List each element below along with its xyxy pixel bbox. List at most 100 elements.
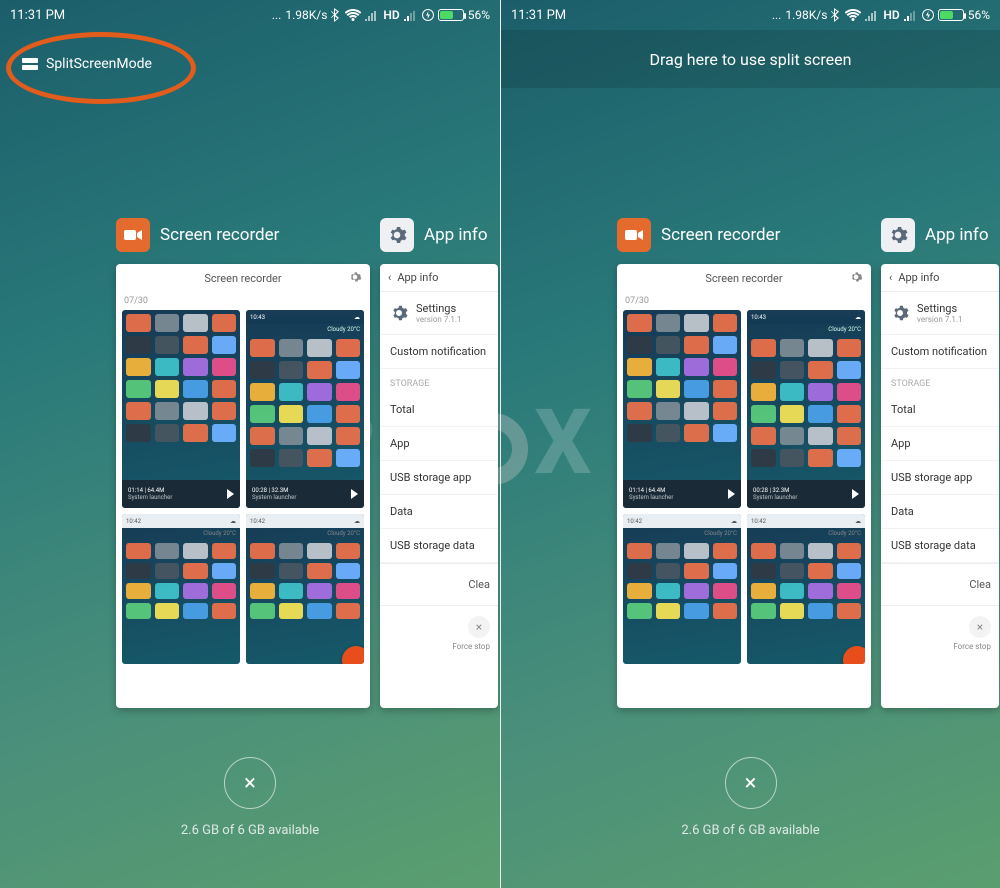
record-fab[interactable] <box>342 646 364 664</box>
status-right: ... 1.98K/s HD 56% <box>272 8 490 22</box>
play-icon[interactable] <box>351 489 358 499</box>
total-row[interactable]: Total <box>881 393 999 427</box>
play-icon[interactable] <box>227 489 234 499</box>
recording-thumb-3[interactable]: 10:42☁ Cloudy 20°C <box>623 514 741 664</box>
drag-split-banner[interactable]: Drag here to use split screen <box>501 30 1000 88</box>
recorder-title: Screen recorder <box>661 225 780 245</box>
recorder-date: 07/30 <box>116 292 370 310</box>
recorder-app-icon <box>617 218 651 252</box>
force-stop-x-icon[interactable]: × <box>468 616 490 638</box>
recording-thumb-4[interactable]: 10:42☁ Cloudy 20°C <box>246 514 364 664</box>
status-right: ... 1.98K/s HD 56% <box>772 8 990 22</box>
clear-button[interactable]: Clea <box>380 563 498 606</box>
appinfo-settings-row[interactable]: Settingsversion 7.1.1 <box>881 292 999 335</box>
recorder-card[interactable]: Screen recorder 07/30 01:14 | 64.4MSyste… <box>116 264 370 708</box>
custom-notification-row[interactable]: Custom notification <box>380 335 498 369</box>
back-icon[interactable]: ‹ <box>388 271 391 284</box>
play-icon[interactable] <box>852 489 859 499</box>
recents-area: Screen recorder Screen recorder 07/30 01… <box>617 218 1000 708</box>
usb-storage-app-row[interactable]: USB storage app <box>380 461 498 495</box>
recording-thumb-2[interactable]: 10:43☁ Cloudy 20°C 00:28 | 32.3MSystem l… <box>246 310 364 508</box>
recording-thumb-2[interactable]: 10:43☁ Cloudy 20°C 00:28 | 32.3MSystem l… <box>747 310 865 508</box>
force-stop-area: × Force stop <box>380 606 498 651</box>
phone-screenshot-right: 11:31 PM ... 1.98K/s HD 56% Drag here to… <box>500 0 1000 888</box>
recorder-card-title: Screen recorder <box>705 272 782 285</box>
signal-icon <box>365 9 379 21</box>
recorder-card[interactable]: Screen recorder 07/30 01:14 | 64.4MSyste… <box>617 264 871 708</box>
recents-area: Screen recorder Screen recorder 07/30 <box>116 218 500 708</box>
status-bar: 11:31 PM ... 1.98K/s HD 56% <box>501 0 1000 30</box>
battery-icon <box>938 9 964 21</box>
clear-button[interactable]: Clea <box>881 563 999 606</box>
thumb-playbar: 01:14 | 64.4MSystem launcher <box>122 480 240 508</box>
data-row[interactable]: Data <box>380 495 498 529</box>
force-stop-label: Force stop <box>953 642 991 651</box>
storage-section-header: STORAGE <box>881 369 999 393</box>
close-all-button[interactable]: × <box>224 757 276 809</box>
recents-footer: × 2.6 GB of 6 GB available <box>501 757 1000 838</box>
recorder-card-title-bar: Screen recorder <box>116 264 370 292</box>
total-row[interactable]: Total <box>380 393 498 427</box>
appinfo-card[interactable]: ‹ App info Settings version 7.1.1 Custom… <box>380 264 498 708</box>
appinfo-card[interactable]: ‹ App info Settingsversion 7.1.1 Custom n… <box>881 264 999 708</box>
appinfo-title: App info <box>925 225 989 245</box>
recording-thumb-1[interactable]: 01:14 | 64.4MSystem launcher <box>623 310 741 508</box>
signal-icon <box>865 9 879 21</box>
settings-app-icon <box>881 218 915 252</box>
recorder-settings-icon[interactable] <box>348 270 362 284</box>
back-icon[interactable]: ‹ <box>889 271 892 284</box>
settings-app-icon <box>380 218 414 252</box>
recording-thumb-3[interactable]: 10:42☁ Cloudy 20°C <box>122 514 240 664</box>
force-stop-x-icon[interactable]: × <box>969 616 991 638</box>
recents-header-appinfo[interactable]: App info <box>380 218 498 252</box>
flash-icon <box>922 8 934 22</box>
custom-notification-row[interactable]: Custom notification <box>881 335 999 369</box>
gear-icon <box>891 304 909 322</box>
app-row[interactable]: App <box>881 427 999 461</box>
usb-storage-data-row[interactable]: USB storage data <box>380 529 498 563</box>
recorder-date: 07/30 <box>617 292 871 310</box>
recorder-settings-icon[interactable] <box>849 270 863 284</box>
data-row[interactable]: Data <box>881 495 999 529</box>
recents-header-recorder[interactable]: Screen recorder <box>116 218 370 252</box>
wifi-icon <box>345 9 361 21</box>
status-hd: HD <box>883 8 899 22</box>
app-row[interactable]: App <box>380 427 498 461</box>
split-bars-icon <box>22 56 38 72</box>
status-speed: 1.98K/s <box>285 8 327 22</box>
recorder-app-icon <box>116 218 150 252</box>
drag-label: Drag here to use split screen <box>650 50 852 69</box>
bluetooth-icon <box>331 8 341 22</box>
recorder-card-title: Screen recorder <box>204 272 281 285</box>
wifi-icon <box>845 9 861 21</box>
recents-card-appinfo-col: App info ‹ App info Settings version 7.1… <box>380 218 498 708</box>
bluetooth-icon <box>831 8 841 22</box>
split-screen-mode-button[interactable]: SplitScreenMode <box>22 56 152 72</box>
status-time: 11:31 PM <box>511 8 566 23</box>
settings-version: version 7.1.1 <box>917 315 963 324</box>
appinfo-back-row[interactable]: ‹ App info <box>380 264 498 292</box>
usb-storage-app-row[interactable]: USB storage app <box>881 461 999 495</box>
battery-pct: 56% <box>468 8 490 22</box>
recents-header-appinfo[interactable]: App info <box>881 218 999 252</box>
status-time: 11:31 PM <box>10 8 65 23</box>
settings-name: Settings <box>917 302 963 315</box>
recording-thumb-1[interactable]: 01:14 | 64.4MSystem launcher <box>122 310 240 508</box>
storage-section-header: STORAGE <box>380 369 498 393</box>
settings-name: Settings <box>416 302 462 315</box>
status-bar: 11:31 PM ... 1.98K/s HD 56% <box>0 0 500 30</box>
recents-header-recorder[interactable]: Screen recorder <box>617 218 871 252</box>
recents-card-recorder-col: Screen recorder Screen recorder 07/30 <box>116 218 370 708</box>
usb-storage-data-row[interactable]: USB storage data <box>881 529 999 563</box>
appinfo-title: App info <box>424 225 488 245</box>
appinfo-back-label: App info <box>898 271 939 284</box>
record-fab[interactable] <box>843 646 865 664</box>
gear-icon <box>390 304 408 322</box>
battery-pct: 56% <box>968 8 990 22</box>
play-icon[interactable] <box>728 489 735 499</box>
appinfo-back-row[interactable]: ‹ App info <box>881 264 999 292</box>
status-speed: 1.98K/s <box>785 8 827 22</box>
appinfo-settings-row[interactable]: Settings version 7.1.1 <box>380 292 498 335</box>
close-all-button[interactable]: × <box>725 757 777 809</box>
recording-thumb-4[interactable]: 10:42☁ Cloudy 20°C <box>747 514 865 664</box>
